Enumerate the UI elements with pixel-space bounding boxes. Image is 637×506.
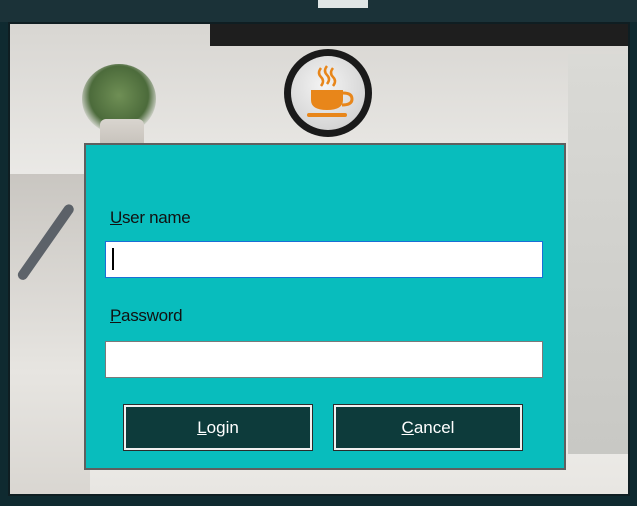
background-shelf <box>210 24 628 46</box>
login-panel: User name Password Login Cancel <box>84 143 566 470</box>
login-button-label-first: L <box>197 417 207 437</box>
window-top-edge <box>0 0 637 22</box>
login-button[interactable]: Login <box>123 404 313 451</box>
logo <box>284 49 372 137</box>
password-label: Password <box>110 306 183 325</box>
background-desk <box>10 174 90 494</box>
coffee-cup-icon <box>307 65 354 117</box>
username-label: User name <box>110 208 191 227</box>
username-input[interactable] <box>105 241 543 278</box>
cancel-button-label-first: C <box>401 417 414 437</box>
text-caret <box>112 248 114 270</box>
password-input[interactable] <box>105 341 543 378</box>
login-button-label-rest: ogin <box>206 417 239 437</box>
cancel-button-label-rest: ancel <box>413 417 455 437</box>
cancel-button[interactable]: Cancel <box>333 404 523 451</box>
background-right <box>568 54 628 454</box>
